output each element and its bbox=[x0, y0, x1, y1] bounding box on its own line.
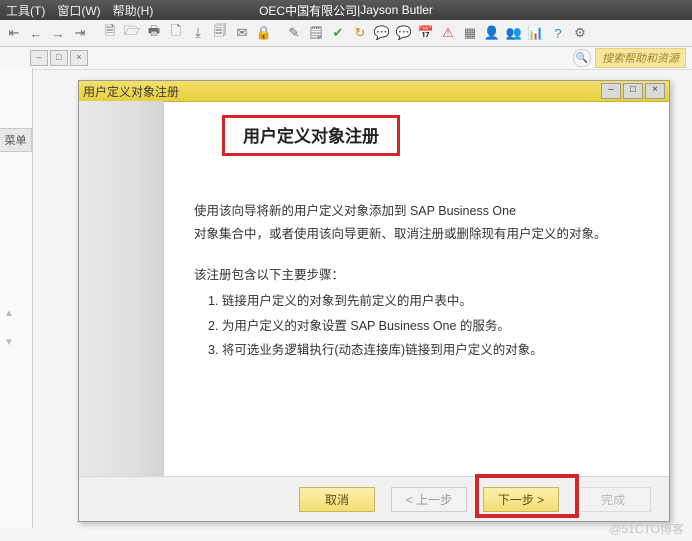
wizard-step: 1. 链接用户定义的对象到先前定义的用户表中。 bbox=[208, 289, 639, 313]
lock-icon[interactable]: 🔒 bbox=[254, 23, 274, 43]
nav-prev-icon[interactable]: ← bbox=[26, 23, 46, 43]
wizard-titlebar[interactable]: 用户定义对象注册 – □ × bbox=[79, 81, 669, 102]
wizard-step: 3. 将可选业务逻辑执行(动态连接库)链接到用户定义的对象。 bbox=[208, 338, 639, 362]
print-icon[interactable]: 🖶 bbox=[144, 23, 164, 43]
wizard-maximize-icon[interactable]: □ bbox=[623, 83, 643, 99]
doc-new-icon[interactable]: 🗎 bbox=[100, 23, 120, 43]
left-sidebar: 菜单 ▲▼ bbox=[0, 68, 33, 528]
users-icon[interactable]: 👥 bbox=[504, 23, 524, 43]
check-icon[interactable]: ✔ bbox=[328, 23, 348, 43]
user-icon[interactable]: 👤 bbox=[482, 23, 502, 43]
main-toolbar: ⇤←→⇥🗎🗁🖶🗋⤓🗐✉🔒✎🗒✔↻💬💬📅⚠▦👤👥📊?⚙ bbox=[0, 20, 692, 47]
wizard-step: 2. 为用户定义的对象设置 SAP Business One 的服务。 bbox=[208, 314, 639, 338]
search-hint[interactable]: 搜索帮助和资源 bbox=[595, 48, 686, 68]
menu-window[interactable]: 窗口(W) bbox=[57, 2, 100, 19]
wizard-footer: 取消 < 上一步 下一步 > 完成 bbox=[79, 476, 669, 521]
wizard-heading: 用户定义对象注册 bbox=[243, 127, 379, 146]
grid-icon[interactable]: ▦ bbox=[460, 23, 480, 43]
chat-icon[interactable]: 💬 bbox=[372, 23, 392, 43]
finish-button: 完成 bbox=[575, 487, 651, 512]
alert-icon[interactable]: ⚠ bbox=[438, 23, 458, 43]
preview-icon[interactable]: 🗋 bbox=[166, 23, 186, 43]
menu-tools[interactable]: 工具(T) bbox=[6, 2, 45, 19]
secondary-bar: – □ × 🔍 搜索帮助和资源 bbox=[0, 47, 692, 70]
wizard-side-graphic bbox=[79, 101, 164, 477]
wizard-window-title: 用户定义对象注册 bbox=[83, 83, 599, 100]
wizard-heading-highlight: 用户定义对象注册 bbox=[222, 115, 400, 156]
wizard-minimize-icon[interactable]: – bbox=[601, 83, 621, 99]
help-icon[interactable]: ? bbox=[548, 23, 568, 43]
mdi-restore-icon[interactable]: □ bbox=[50, 50, 68, 66]
search-icon[interactable]: 🔍 bbox=[573, 49, 591, 67]
cancel-button[interactable]: 取消 bbox=[299, 487, 375, 512]
chat2-icon[interactable]: 💬 bbox=[394, 23, 414, 43]
gear-icon[interactable]: ⚙ bbox=[570, 23, 590, 43]
wizard-close-icon[interactable]: × bbox=[645, 83, 665, 99]
wizard-content: 用户定义对象注册 使用该向导将新的用户定义对象添加到 SAP Business … bbox=[164, 101, 669, 477]
menu-help[interactable]: 帮助(H) bbox=[113, 2, 154, 19]
menubar: 工具(T) 窗口(W) 帮助(H) bbox=[0, 0, 692, 20]
next-button[interactable]: 下一步 > bbox=[483, 487, 559, 512]
wizard-steps-list: 1. 链接用户定义的对象到先前定义的用户表中。2. 为用户定义的对象设置 SAP… bbox=[208, 289, 639, 362]
wizard-body: 用户定义对象注册 使用该向导将新的用户定义对象添加到 SAP Business … bbox=[79, 101, 669, 477]
watermark: @51CTO博客 bbox=[609, 520, 684, 537]
back-button[interactable]: < 上一步 bbox=[391, 487, 467, 512]
wizard-window: 用户定义对象注册 – □ × 用户定义对象注册 使用该向导将新的用户定义对象添加… bbox=[78, 80, 670, 522]
sidebar-tab-menu[interactable]: 菜单 bbox=[0, 128, 32, 152]
mdi-close-icon[interactable]: × bbox=[70, 50, 88, 66]
mdi-minimize-icon[interactable]: – bbox=[30, 50, 48, 66]
nav-last-icon[interactable]: ⇥ bbox=[70, 23, 90, 43]
nav-first-icon[interactable]: ⇤ bbox=[4, 23, 24, 43]
mdi-window-controls: – □ × bbox=[30, 50, 88, 66]
wizard-steps-intro: 该注册包含以下主要步骤： bbox=[194, 264, 639, 283]
help-search: 🔍 搜索帮助和资源 bbox=[573, 48, 686, 68]
nav-next-icon[interactable]: → bbox=[48, 23, 68, 43]
splitter-handle[interactable]: ▲▼ bbox=[4, 308, 14, 348]
refresh-icon[interactable]: ↻ bbox=[350, 23, 370, 43]
doc-open-icon[interactable]: 🗁 bbox=[122, 23, 142, 43]
mail-icon[interactable]: ✉ bbox=[232, 23, 252, 43]
export-icon[interactable]: ⤓ bbox=[188, 23, 208, 43]
chart-icon[interactable]: 📊 bbox=[526, 23, 546, 43]
calendar-icon[interactable]: 📅 bbox=[416, 23, 436, 43]
wizard-intro-paragraph: 使用该向导将新的用户定义对象添加到 SAP Business One对象集合中，… bbox=[194, 200, 639, 246]
excel-icon[interactable]: 🗐 bbox=[210, 23, 230, 43]
note-icon[interactable]: 🗒 bbox=[306, 23, 326, 43]
edit-icon[interactable]: ✎ bbox=[284, 23, 304, 43]
